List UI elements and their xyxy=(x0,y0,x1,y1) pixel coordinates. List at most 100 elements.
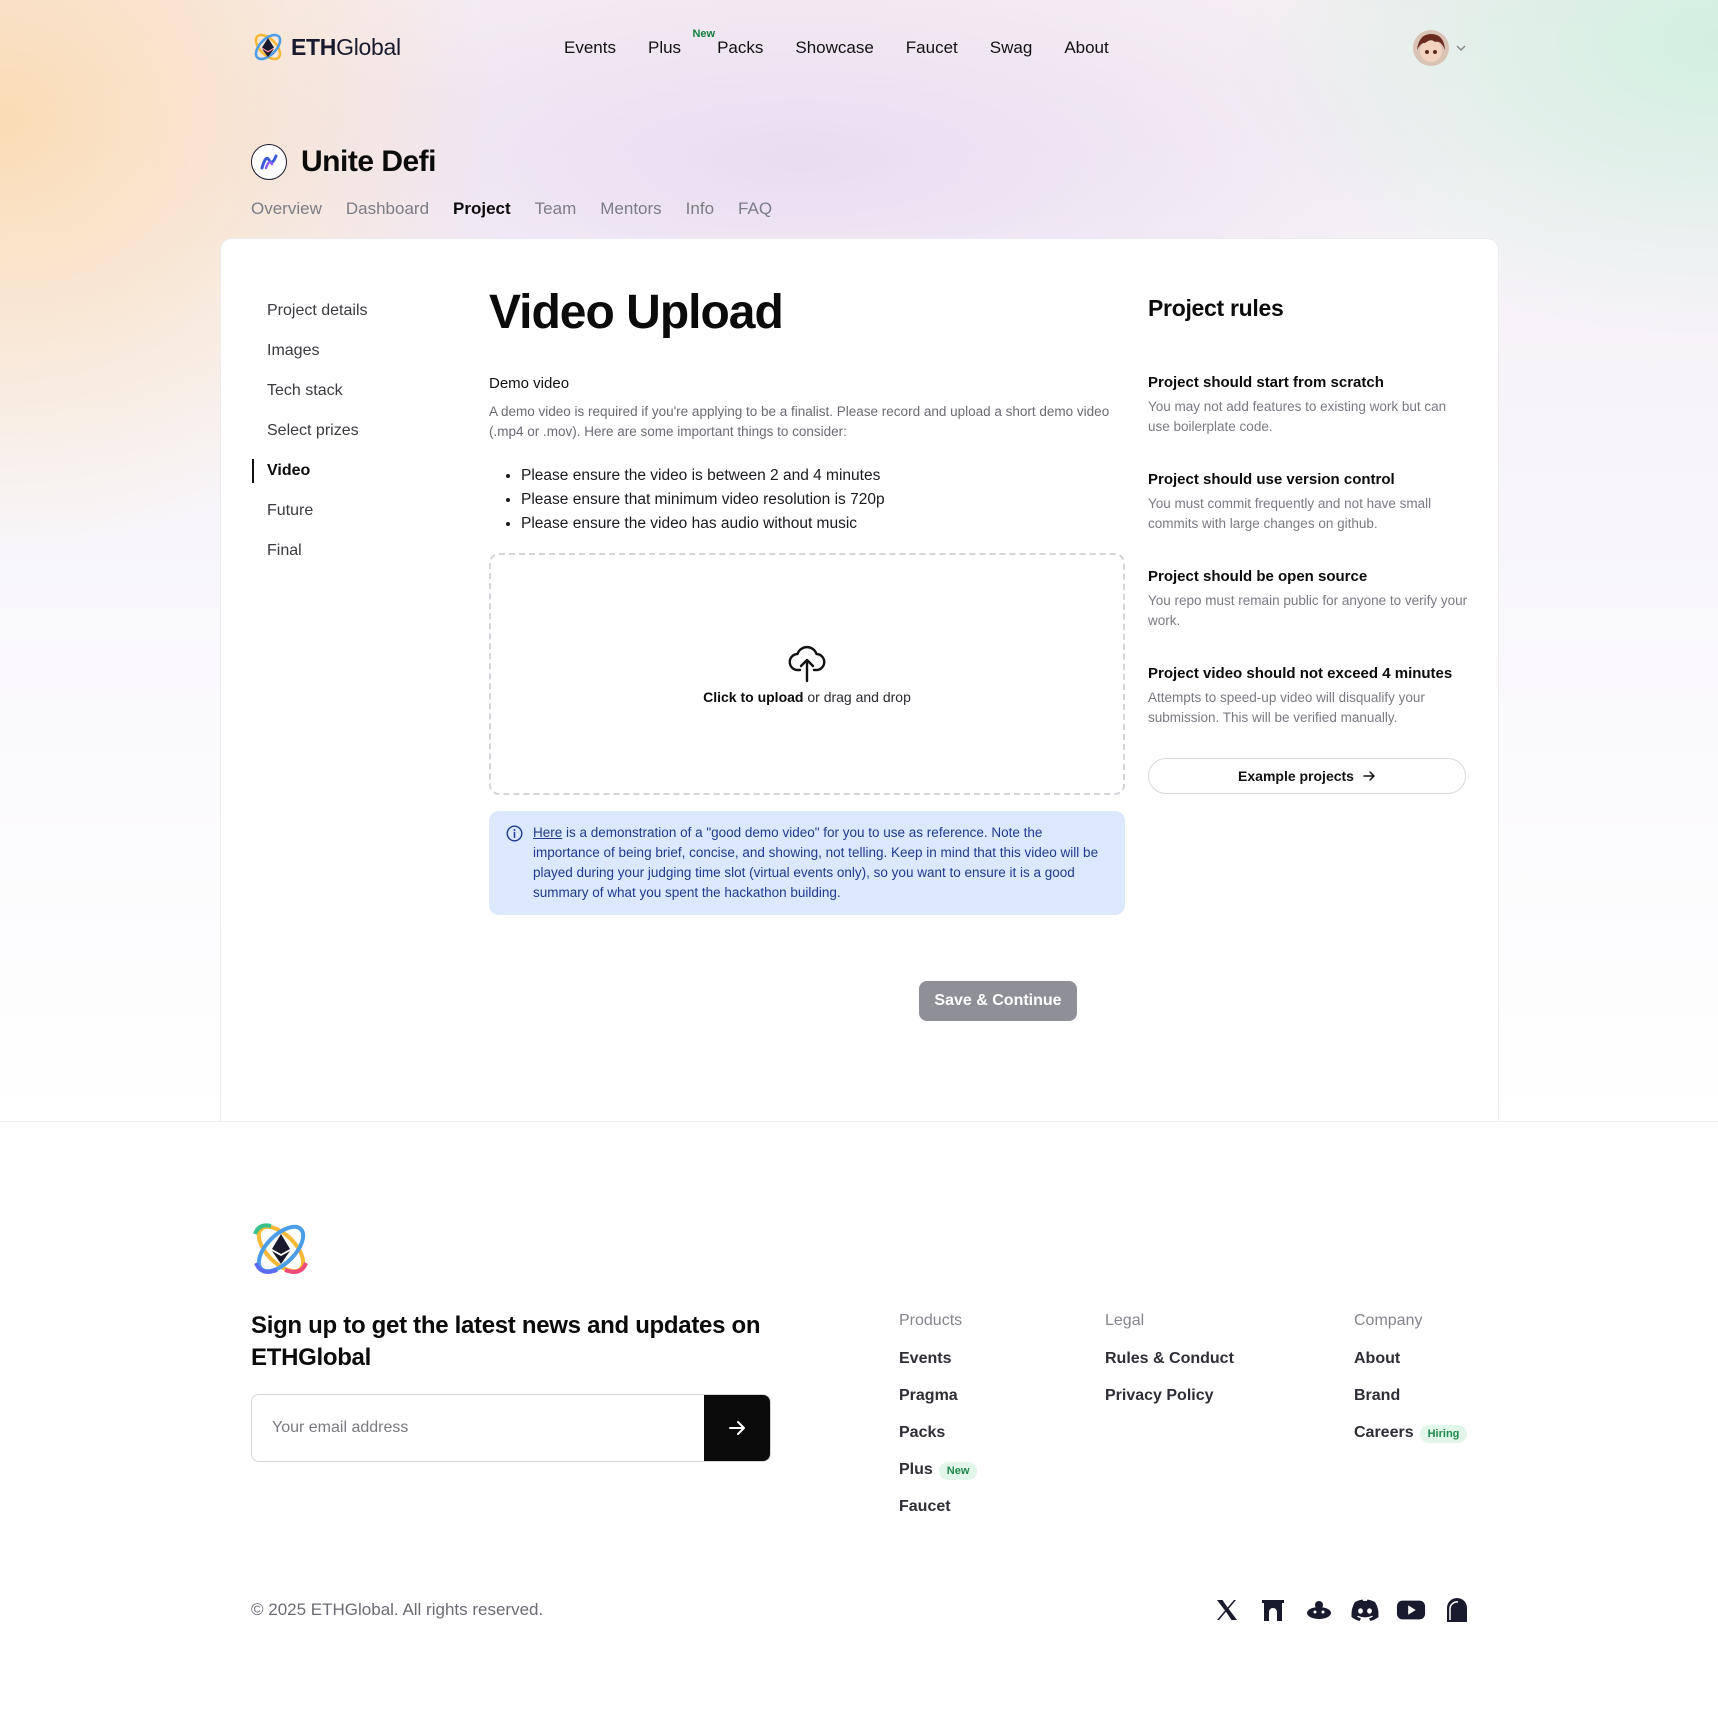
footer-link-about[interactable]: About xyxy=(1354,1350,1467,1387)
project-steps-nav: Project details Images Tech stack Select… xyxy=(252,291,432,571)
email-input[interactable] xyxy=(252,1395,704,1461)
step-future[interactable]: Future xyxy=(252,491,432,531)
user-menu[interactable] xyxy=(1413,30,1467,66)
upload-cloud-icon xyxy=(788,645,826,683)
footer-link-label: Plus xyxy=(899,1461,933,1478)
demo-video-description: A demo video is required if you're apply… xyxy=(489,404,1110,439)
demo-info-alert: Here is a demonstration of a "good demo … xyxy=(489,811,1125,915)
rule-item: Project should be open source You repo m… xyxy=(1148,568,1468,631)
brand-text: ETHGlobal xyxy=(291,33,401,60)
newsletter-heading: Sign up to get the latest news and updat… xyxy=(251,1312,761,1371)
nav-swag[interactable]: Swag xyxy=(990,38,1033,58)
nav-packs[interactable]: Packs xyxy=(717,38,763,58)
ethglobal-logo[interactable]: ETHGlobal xyxy=(251,30,401,64)
event-logo-icon xyxy=(251,144,287,180)
x-icon[interactable] xyxy=(1212,1595,1242,1625)
chevron-down-icon xyxy=(1456,45,1466,52)
new-badge: New xyxy=(692,28,716,40)
footer-logo-icon xyxy=(251,1218,311,1285)
tab-project[interactable]: Project xyxy=(453,199,511,219)
nav-showcase[interactable]: Showcase xyxy=(795,38,873,58)
rule-item: Project should start from scratch You ma… xyxy=(1148,374,1468,437)
step-tech-stack[interactable]: Tech stack xyxy=(252,371,432,411)
rule-item: Project video should not exceed 4 minute… xyxy=(1148,665,1468,728)
footer-legal: Legal Rules & Conduct Privacy Policy xyxy=(1105,1312,1234,1424)
rule-desc: Attempts to speed-up video will disquali… xyxy=(1148,690,1425,725)
event-tabs: Overview Dashboard Project Team Mentors … xyxy=(251,199,796,219)
footer-link-careers[interactable]: Careers Hiring xyxy=(1354,1424,1468,1461)
list-item: Please ensure that minimum video resolut… xyxy=(521,488,1125,512)
top-nav: ETHGlobal Events Plus New Packs Showcase … xyxy=(251,28,1467,68)
step-select-prizes[interactable]: Select prizes xyxy=(252,411,432,451)
footer-link-label: Careers xyxy=(1354,1424,1414,1441)
rule-desc: You must commit frequently and not have … xyxy=(1148,496,1432,531)
rules-title: Project rules xyxy=(1148,295,1284,321)
example-projects-label: Example projects xyxy=(1238,768,1354,784)
footer-link-events[interactable]: Events xyxy=(899,1350,977,1387)
list-item: Please ensure the video has audio withou… xyxy=(521,512,1125,536)
footer-link-privacy[interactable]: Privacy Policy xyxy=(1105,1387,1234,1424)
footer-heading: Legal xyxy=(1105,1312,1145,1329)
farcaster-icon[interactable] xyxy=(1258,1595,1288,1625)
event-header: Unite Defi xyxy=(251,144,437,180)
upload-instruction: Click to upload or drag and drop xyxy=(703,689,911,705)
new-badge: New xyxy=(938,1462,978,1480)
step-final[interactable]: Final xyxy=(252,531,432,571)
tab-info[interactable]: Info xyxy=(686,199,714,219)
newsletter-form xyxy=(251,1394,771,1462)
footer-link-packs[interactable]: Packs xyxy=(899,1424,977,1461)
footer-heading: Products xyxy=(899,1312,963,1329)
lens-icon[interactable] xyxy=(1304,1595,1334,1625)
step-project-details[interactable]: Project details xyxy=(252,291,432,331)
copyright: © 2025 ETHGlobal. All rights reserved. xyxy=(251,1600,544,1619)
tab-dashboard[interactable]: Dashboard xyxy=(346,199,429,219)
ethglobal-logo-icon xyxy=(254,33,282,61)
event-title: Unite Defi xyxy=(301,145,437,178)
footer-link-plus[interactable]: Plus New xyxy=(899,1461,978,1498)
ghost-icon[interactable] xyxy=(1442,1595,1472,1625)
avatar xyxy=(1413,30,1449,66)
main-nav: Events Plus New Packs Showcase Faucet Swa… xyxy=(564,28,1141,58)
save-continue-button[interactable]: Save & Continue xyxy=(919,981,1077,1021)
footer-divider xyxy=(0,1121,1718,1122)
tab-faq[interactable]: FAQ xyxy=(738,199,772,219)
video-upload-section: Video Upload Demo video A demo video is … xyxy=(489,289,1125,915)
rule-desc: You repo must remain public for anyone t… xyxy=(1148,593,1468,628)
demo-video-label: Demo video xyxy=(489,375,570,392)
footer-link-brand[interactable]: Brand xyxy=(1354,1387,1467,1424)
nav-plus[interactable]: Plus New xyxy=(647,28,715,58)
tab-mentors[interactable]: Mentors xyxy=(600,199,661,219)
discord-icon[interactable] xyxy=(1350,1595,1380,1625)
demo-video-link[interactable]: Here xyxy=(533,825,562,840)
social-links xyxy=(1212,1595,1472,1625)
rule-title: Project video should not exceed 4 minute… xyxy=(1148,665,1453,682)
rule-title: Project should be open source xyxy=(1148,568,1368,585)
step-video[interactable]: Video xyxy=(252,451,432,491)
project-card: Project details Images Tech stack Select… xyxy=(220,238,1499,1122)
rule-title: Project should use version control xyxy=(1148,471,1395,488)
step-images[interactable]: Images xyxy=(252,331,432,371)
tab-team[interactable]: Team xyxy=(535,199,577,219)
page-title: Video Upload xyxy=(489,286,784,339)
nav-events[interactable]: Events xyxy=(564,38,616,58)
subscribe-button[interactable] xyxy=(704,1395,770,1461)
project-rules-panel: Project rules Project should start from … xyxy=(1148,295,1468,794)
footer-link-pragma[interactable]: Pragma xyxy=(899,1387,977,1424)
nav-faucet[interactable]: Faucet xyxy=(906,38,958,58)
rule-item: Project should use version control You m… xyxy=(1148,471,1468,534)
youtube-icon[interactable] xyxy=(1396,1595,1426,1625)
rule-desc: You may not add features to existing wor… xyxy=(1148,399,1447,434)
footer-company: Company About Brand Careers Hiring xyxy=(1354,1312,1468,1461)
video-dropzone[interactable]: Click to upload or drag and drop xyxy=(489,553,1125,795)
nav-plus-label: Plus xyxy=(647,38,682,57)
arrow-right-icon xyxy=(729,1421,745,1435)
info-icon xyxy=(506,825,523,842)
footer-link-faucet[interactable]: Faucet xyxy=(899,1498,977,1535)
tab-overview[interactable]: Overview xyxy=(251,199,322,219)
list-item: Please ensure the video is between 2 and… xyxy=(521,464,1125,488)
footer-link-rules[interactable]: Rules & Conduct xyxy=(1105,1350,1234,1387)
nav-about[interactable]: About xyxy=(1064,38,1108,58)
footer-heading: Company xyxy=(1354,1312,1423,1329)
example-projects-button[interactable]: Example projects xyxy=(1148,758,1466,794)
info-text: is a demonstration of a "good demo video… xyxy=(533,825,1099,900)
